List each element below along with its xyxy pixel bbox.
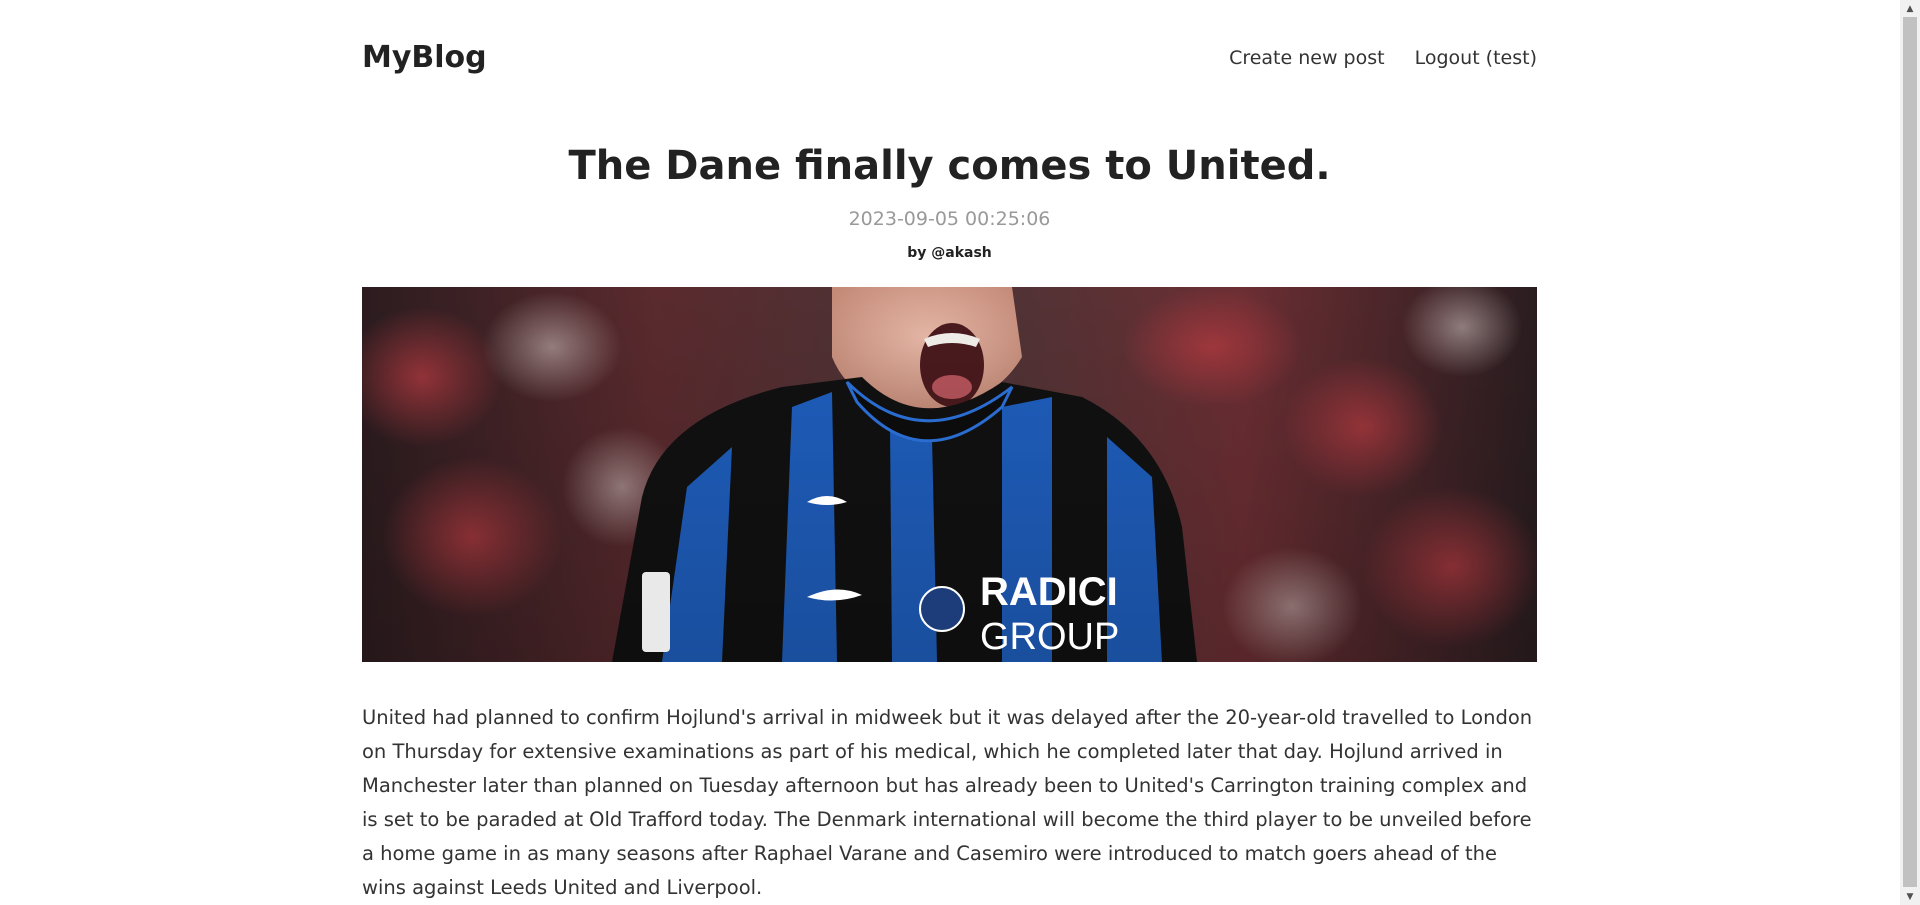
scroll-down-arrow-icon[interactable]: ▼ — [1900, 888, 1920, 905]
post-body: United had planned to confirm Hojlund's … — [362, 706, 1533, 899]
vertical-scrollbar[interactable]: ▲ ▼ — [1900, 0, 1920, 905]
jersey-sponsor-text: RADICI — [980, 570, 1118, 614]
scrollbar-thumb[interactable] — [1903, 17, 1917, 887]
nav-links: Create new post Logout (test) — [1229, 36, 1537, 80]
top-navbar: MyBlog Create new post Logout (test) — [362, 36, 1537, 80]
brand-logo-link[interactable]: MyBlog — [362, 36, 487, 80]
post-author: by @akash — [907, 245, 992, 261]
create-post-link[interactable]: Create new post — [1229, 47, 1385, 69]
logout-link[interactable]: Logout (test) — [1415, 47, 1537, 69]
scroll-up-arrow-icon[interactable]: ▲ — [1900, 0, 1920, 17]
browser-viewport: MyBlog Create new post Logout (test) The… — [0, 0, 1920, 905]
svg-text:GROUP: GROUP — [980, 616, 1119, 658]
hero-photo: RADICI GROUP — [362, 287, 1537, 662]
page: MyBlog Create new post Logout (test) The… — [0, 0, 1900, 905]
post-date: 2023-09-05 00:25:06 — [848, 208, 1051, 230]
post-title: The Dane finally comes to United. — [568, 143, 1331, 189]
post-hero-image: RADICI GROUP — [362, 287, 1537, 662]
